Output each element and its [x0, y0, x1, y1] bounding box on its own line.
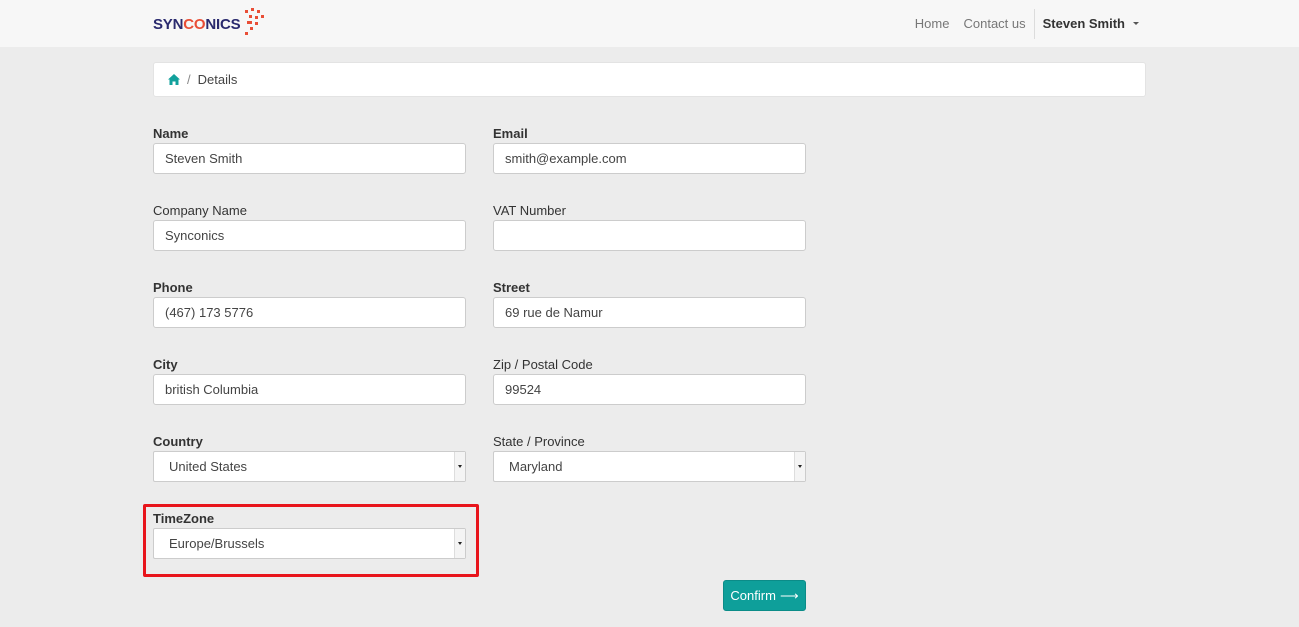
caret-down-icon	[1133, 22, 1139, 25]
confirm-label: Confirm	[730, 588, 776, 603]
synconics-logo[interactable]: SYNCONICS	[153, 8, 271, 38]
nav-contact-link[interactable]: Contact us	[963, 16, 1025, 31]
logo-text-part1: SYN	[153, 15, 184, 33]
street-input[interactable]	[493, 297, 806, 328]
confirm-button[interactable]: Confirm ⟶	[723, 580, 806, 611]
email-label: Email	[493, 126, 528, 141]
main-nav: Home Contact us Steven Smith	[901, 0, 1139, 47]
company-label: Company Name	[153, 203, 247, 218]
city-label: City	[153, 357, 178, 372]
country-field-group: Country United States	[153, 434, 466, 482]
nav-divider	[1033, 8, 1035, 39]
country-select[interactable]: United States	[153, 451, 466, 482]
state-label: State / Province	[493, 434, 585, 449]
company-input[interactable]	[153, 220, 466, 251]
country-label: Country	[153, 434, 203, 449]
company-field-group: Company Name	[153, 203, 466, 251]
street-field-group: Street	[493, 280, 806, 328]
city-input[interactable]	[153, 374, 466, 405]
breadcrumb: / Details	[153, 62, 1146, 97]
zip-input[interactable]	[493, 374, 806, 405]
city-field-group: City	[153, 357, 466, 405]
country-selected-value: United States	[169, 459, 248, 474]
nav-home-link[interactable]: Home	[915, 16, 950, 31]
street-label: Street	[493, 280, 530, 295]
vat-label: VAT Number	[493, 203, 566, 218]
state-select[interactable]: Maryland	[493, 451, 806, 482]
name-label: Name	[153, 126, 189, 141]
timezone-highlight-box	[143, 504, 479, 577]
top-navbar: SYNCONICS Home Contact us Steven Smith	[0, 0, 1299, 47]
zip-field-group: Zip / Postal Code	[493, 357, 806, 405]
user-menu-dropdown[interactable]: Steven Smith	[1043, 16, 1139, 31]
state-selected-value: Maryland	[509, 459, 563, 474]
email-field-group: Email	[493, 126, 806, 174]
arrow-right-icon: ⟶	[779, 587, 799, 603]
state-field-group: State / Province Maryland	[493, 434, 806, 482]
breadcrumb-separator: /	[187, 72, 191, 87]
name-field-group: Name	[153, 126, 466, 174]
vat-field-group: VAT Number	[493, 203, 806, 251]
home-icon[interactable]	[168, 74, 180, 85]
breadcrumb-current: Details	[197, 72, 238, 87]
vat-input[interactable]	[493, 220, 806, 251]
user-name: Steven Smith	[1042, 16, 1125, 31]
phone-field-group: Phone	[153, 280, 466, 328]
dropdown-arrow-icon[interactable]	[794, 452, 805, 481]
zip-label: Zip / Postal Code	[493, 357, 593, 372]
logo-dots-icon	[241, 6, 271, 36]
phone-label: Phone	[153, 280, 193, 295]
name-input[interactable]	[153, 143, 466, 174]
phone-input[interactable]	[153, 297, 466, 328]
logo-text-part2: CO	[183, 15, 206, 33]
logo-text-part3: NICS	[205, 15, 241, 33]
email-input[interactable]	[493, 143, 806, 174]
dropdown-arrow-icon[interactable]	[454, 452, 465, 481]
